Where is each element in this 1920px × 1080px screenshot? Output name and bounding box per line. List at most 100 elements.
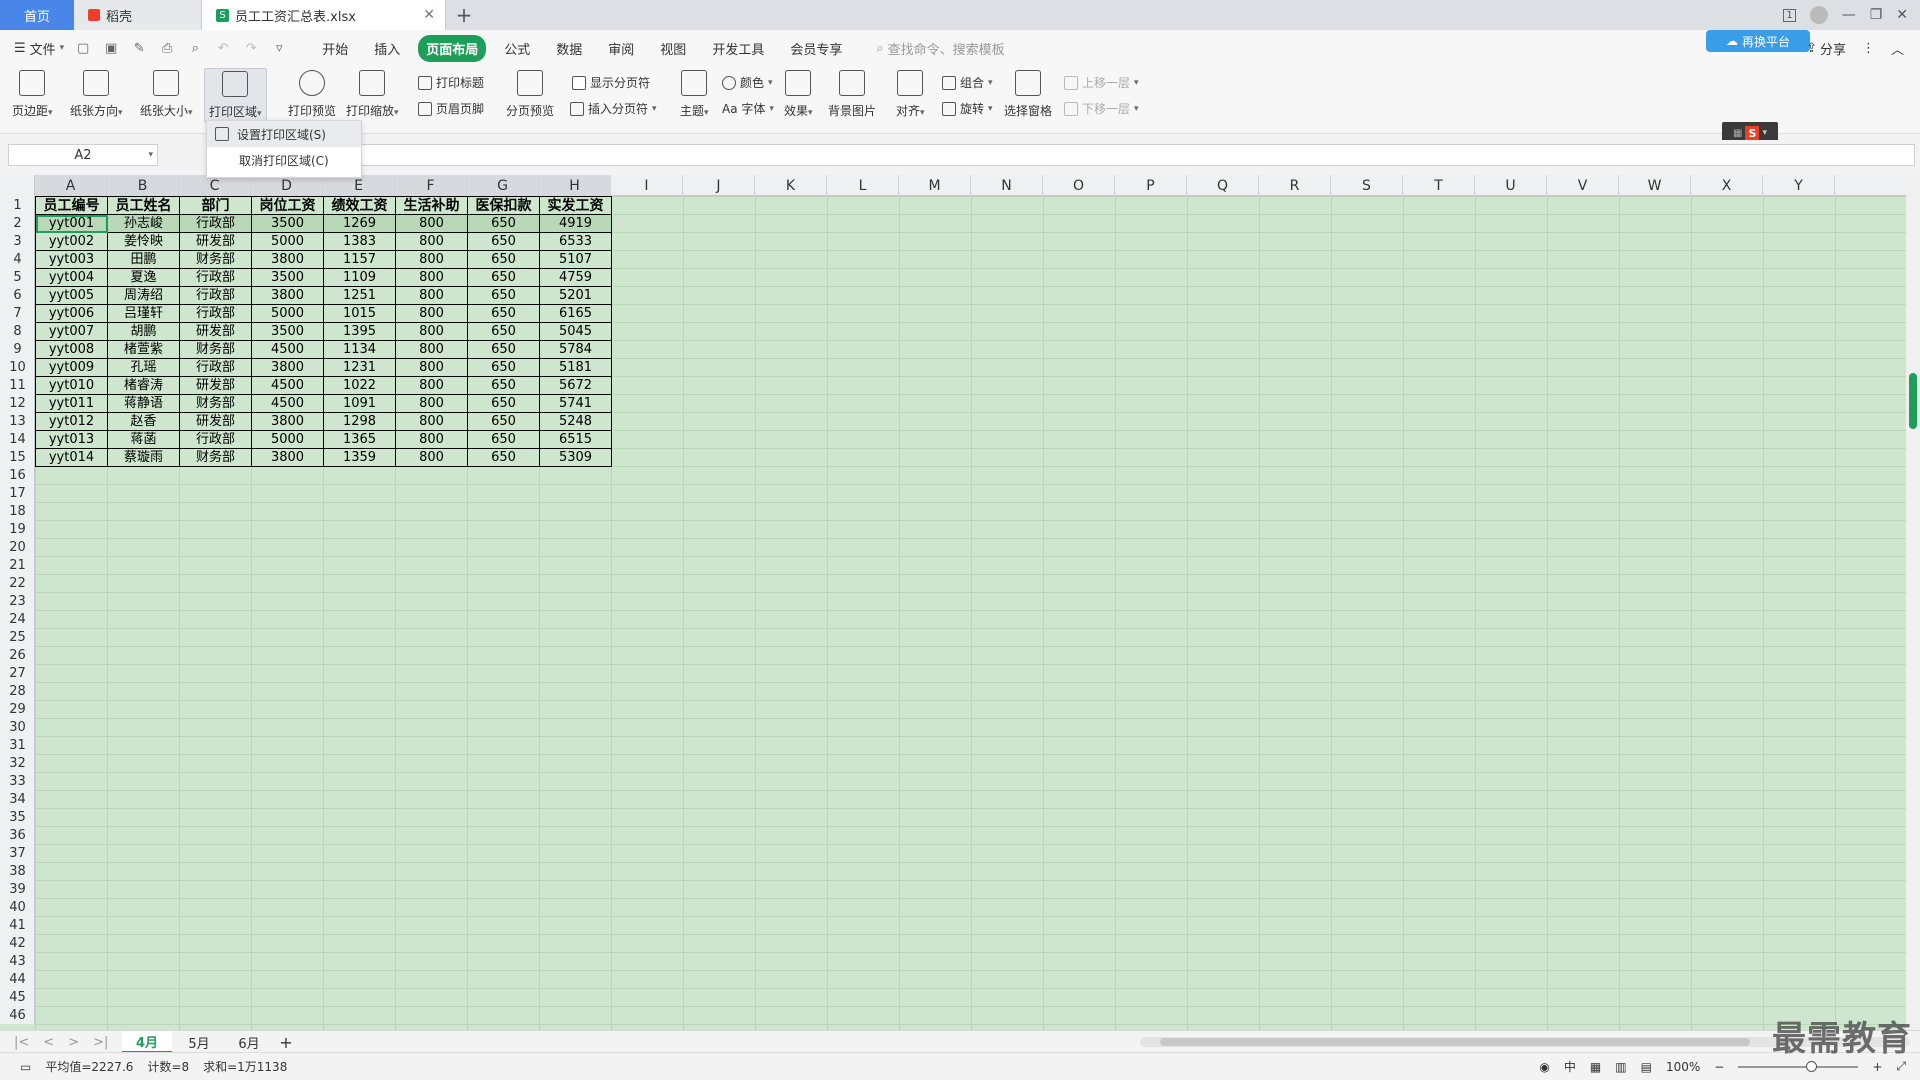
sheet-tab-june[interactable]: 6月 [224,1031,274,1053]
table-cell[interactable]: 1269 [323,214,396,233]
table-cell[interactable]: yyt006 [35,304,108,323]
table-cell[interactable]: 3500 [251,214,324,233]
table-cell[interactable]: 财务部 [179,340,252,359]
table-cell[interactable]: 行政部 [179,304,252,323]
column-header-t[interactable]: T [1403,175,1475,196]
table-cell[interactable]: yyt001 [35,214,108,233]
formula-input[interactable] [360,144,1915,166]
row-header[interactable]: 32 [0,754,35,772]
table-cell[interactable]: yyt009 [35,358,108,377]
column-header-a[interactable]: A [35,175,107,196]
column-header-y[interactable]: Y [1763,175,1835,196]
input-mode[interactable]: 中 [1564,1058,1576,1075]
table-cell[interactable]: 行政部 [179,268,252,287]
row-header[interactable]: 10 [0,358,35,376]
column-header-r[interactable]: R [1259,175,1331,196]
row-header[interactable]: 24 [0,610,35,628]
table-cell[interactable]: 4759 [539,268,612,287]
header-cell[interactable]: 员工编号 [35,196,108,215]
command-search[interactable]: ⌕ 查找命令、搜索模板 [876,39,1004,58]
row-header[interactable]: 19 [0,520,35,538]
column-header-o[interactable]: O [1043,175,1115,196]
menu-member[interactable]: 会员专享 [782,35,850,62]
table-cell[interactable]: 1109 [323,268,396,287]
column-header-q[interactable]: Q [1187,175,1259,196]
close-window-icon[interactable]: ✕ [1896,7,1908,23]
header-cell[interactable]: 医保扣款 [467,196,540,215]
column-header-h[interactable]: H [539,175,611,196]
table-cell[interactable]: 650 [467,322,540,341]
table-cell[interactable]: 4919 [539,214,612,233]
avatar[interactable] [1809,6,1828,24]
table-cell[interactable]: 孙志峻 [107,214,180,233]
macro-record-icon[interactable]: ▭ [20,1060,31,1074]
table-cell[interactable]: 4500 [251,340,324,359]
row-header[interactable]: 9 [0,340,35,358]
column-header-b[interactable]: B [107,175,179,196]
table-cell[interactable]: 650 [467,448,540,467]
row-header[interactable]: 1 [0,196,35,214]
vertical-scroll-thumb[interactable] [1909,373,1917,429]
table-cell[interactable]: 650 [467,286,540,305]
zoom-slider[interactable] [1738,1060,1859,1072]
column-header-e[interactable]: E [323,175,395,196]
table-cell[interactable]: 研发部 [179,412,252,431]
table-cell[interactable]: 800 [395,304,468,323]
row-header[interactable]: 36 [0,826,35,844]
table-cell[interactable]: 800 [395,322,468,341]
margins-button[interactable]: 页边距▾ [12,70,53,119]
new-tab-button[interactable]: + [446,0,482,30]
table-cell[interactable]: 姜怜映 [107,232,180,251]
table-cell[interactable]: 3800 [251,250,324,269]
column-header-l[interactable]: L [827,175,899,196]
group-button[interactable]: 组合 ▾ [942,74,993,91]
row-header[interactable]: 27 [0,664,35,682]
header-footer-button[interactable]: 页眉页脚 [418,100,484,117]
table-cell[interactable]: 6165 [539,304,612,323]
zoom-out-icon[interactable]: − [1714,1060,1724,1074]
theme-button[interactable]: 主题▾ [680,70,709,119]
row-header[interactable]: 41 [0,916,35,934]
row-header[interactable]: 29 [0,700,35,718]
table-cell[interactable]: 1022 [323,376,396,395]
table-cell[interactable]: 3500 [251,322,324,341]
menu-home[interactable]: 开始 [314,35,356,62]
worksheet[interactable]: ABCDEFGHIJKLMNOPQRSTUVWXY 1 2 3 4 5 6 7 8 9 10 11 1… [0,175,1906,1030]
table-cell[interactable]: 5045 [539,322,612,341]
show-page-breaks-checkbox[interactable]: 显示分页符 [572,74,650,91]
row-header[interactable]: 35 [0,808,35,826]
row-header[interactable]: 16 [0,466,35,484]
table-cell[interactable]: 800 [395,430,468,449]
table-cell[interactable]: 1091 [323,394,396,413]
undo-icon[interactable]: ↶ [214,39,232,57]
table-cell[interactable]: 650 [467,268,540,287]
table-cell[interactable]: 行政部 [179,214,252,233]
row-header[interactable]: 30 [0,718,35,736]
table-cell[interactable]: 1251 [323,286,396,305]
table-cell[interactable]: 5000 [251,430,324,449]
more-icon[interactable]: ⋮ [1862,41,1875,56]
tab-daoke[interactable]: 稻壳 [74,0,202,30]
menu-review[interactable]: 审阅 [600,35,642,62]
background-image-button[interactable]: 背景图片 [828,70,876,119]
row-header[interactable]: 37 [0,844,35,862]
tab-home[interactable]: 首页 [0,0,74,30]
insert-page-break-button[interactable]: 插入分页符 ▾ [570,100,657,117]
table-cell[interactable]: 6533 [539,232,612,251]
collapse-ribbon-icon[interactable]: ︿ [1891,39,1904,58]
row-header[interactable]: 31 [0,736,35,754]
eye-protection-icon[interactable]: ◉ [1539,1060,1549,1074]
column-header-m[interactable]: M [899,175,971,196]
table-cell[interactable]: 1157 [323,250,396,269]
table-cell[interactable]: 800 [395,412,468,431]
menu-data[interactable]: 数据 [548,35,590,62]
print-preview-icon[interactable]: ⌕ [186,39,204,57]
table-cell[interactable]: yyt004 [35,268,108,287]
page-count-icon[interactable]: 1 [1783,8,1796,22]
redo-icon[interactable]: ↷ [242,39,260,57]
send-backward-button[interactable]: 下移一层 ▾ [1064,100,1139,117]
table-cell[interactable]: 1395 [323,322,396,341]
table-cell[interactable]: 孔瑶 [107,358,180,377]
table-cell[interactable]: yyt003 [35,250,108,269]
table-cell[interactable]: 夏逸 [107,268,180,287]
